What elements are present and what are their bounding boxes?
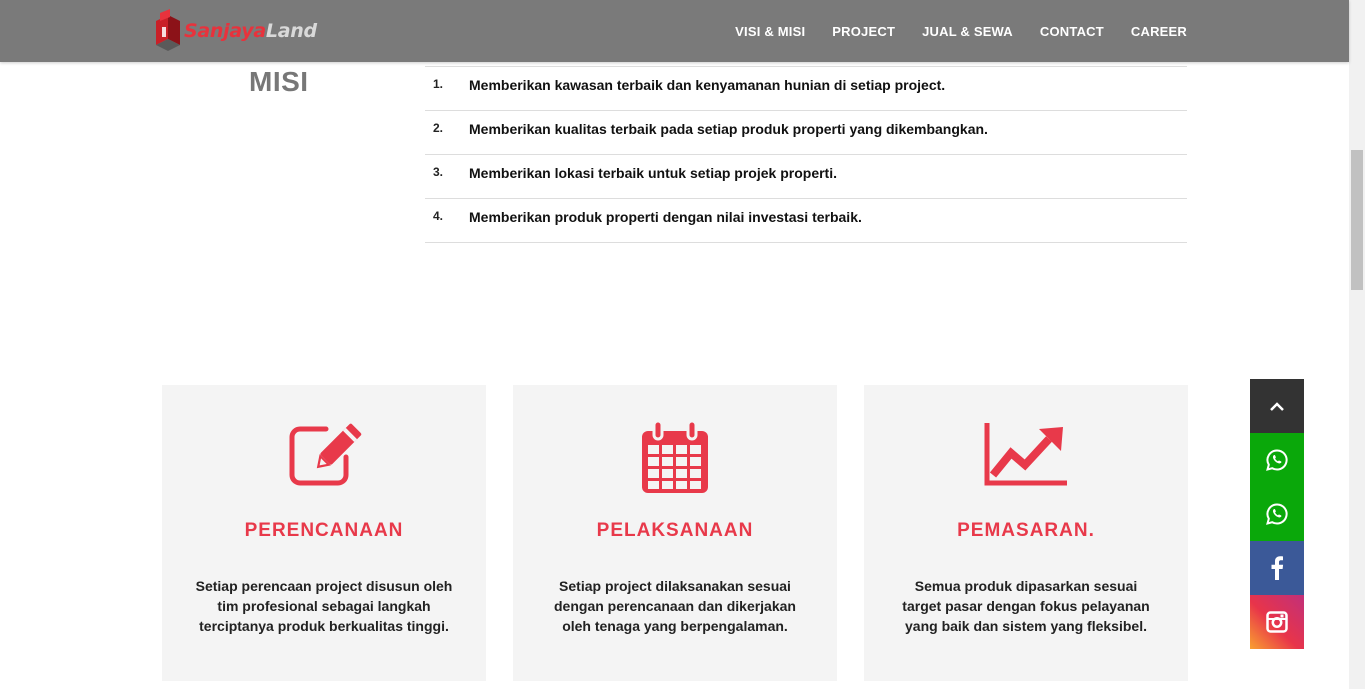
brand-name: SanjayaLand <box>184 20 317 42</box>
whatsapp-icon <box>1266 449 1288 471</box>
misi-list: 1. Memberikan kawasan terbaik dan kenyam… <box>425 66 1187 243</box>
list-item-text: Memberikan lokasi terbaik untuk setiap p… <box>469 165 837 181</box>
line-chart-icon <box>981 421 1071 501</box>
calendar-icon <box>630 421 720 501</box>
instagram-icon <box>1266 611 1288 633</box>
card-description: Setiap project dilaksanakan sesuai denga… <box>554 578 796 634</box>
logo-mark-icon <box>156 9 180 51</box>
instagram-button[interactable] <box>1250 595 1304 649</box>
misi-heading: MISI <box>249 66 309 97</box>
list-item-text: Memberikan produk properti dengan nilai … <box>469 209 862 225</box>
whatsapp-button-1[interactable] <box>1250 433 1304 487</box>
edit-icon <box>279 421 369 501</box>
card-description: Semua produk dipasarkan sesuai target pa… <box>902 578 1150 634</box>
scrollbar-thumb[interactable] <box>1351 150 1363 290</box>
nav-project[interactable]: PROJECT <box>832 24 895 39</box>
facebook-button[interactable] <box>1250 541 1304 595</box>
list-item-number: 2. <box>433 121 444 135</box>
card-description: Setiap perencaan project disusun oleh ti… <box>195 578 453 634</box>
site-header: SanjayaLand VISI & MISI PROJECT JUAL & S… <box>0 0 1349 62</box>
nav-visi-misi[interactable]: VISI & MISI <box>735 24 805 39</box>
card-title: PEMASARAN. <box>957 520 1095 541</box>
facebook-icon <box>1271 556 1284 580</box>
list-item-text: Memberikan kawasan terbaik dan kenyamana… <box>469 77 946 93</box>
nav-jual-sewa[interactable]: JUAL & SEWA <box>922 24 1013 39</box>
whatsapp-button-2[interactable] <box>1250 487 1304 541</box>
nav-career[interactable]: CAREER <box>1131 24 1187 39</box>
brand-logo[interactable]: SanjayaLand <box>154 8 317 54</box>
social-sidebar <box>1250 379 1304 649</box>
list-item-text: Memberikan kualitas terbaik pada setiap … <box>469 121 988 137</box>
whatsapp-icon <box>1266 503 1288 525</box>
list-item-number: 4. <box>433 209 444 223</box>
list-item: 1. Memberikan kawasan terbaik dan kenyam… <box>425 67 1187 111</box>
main-nav: VISI & MISI PROJECT JUAL & SEWA CONTACT … <box>708 0 1187 62</box>
page-scrollbar[interactable] <box>1349 0 1365 689</box>
list-item-number: 1. <box>433 77 444 91</box>
list-item: 4. Memberikan produk properti dengan nil… <box>425 199 1187 243</box>
list-item: 3. Memberikan lokasi terbaik untuk setia… <box>425 155 1187 199</box>
feature-card-pemasaran: PEMASARAN. Semua produk dipasarkan sesua… <box>864 385 1188 681</box>
back-to-top-button[interactable] <box>1250 379 1304 433</box>
list-item-number: 3. <box>433 165 444 179</box>
card-title: PELAKSANAAN <box>596 520 754 541</box>
card-title: PERENCANAAN <box>244 520 404 541</box>
feature-card-pelaksanaan: PELAKSANAAN Setiap project dilaksanakan … <box>513 385 837 681</box>
feature-card-perencanaan: PERENCANAAN Setiap perencaan project dis… <box>162 385 486 681</box>
nav-contact[interactable]: CONTACT <box>1040 24 1104 39</box>
chevron-up-icon <box>1270 402 1284 411</box>
list-item: 2. Memberikan kualitas terbaik pada seti… <box>425 111 1187 155</box>
